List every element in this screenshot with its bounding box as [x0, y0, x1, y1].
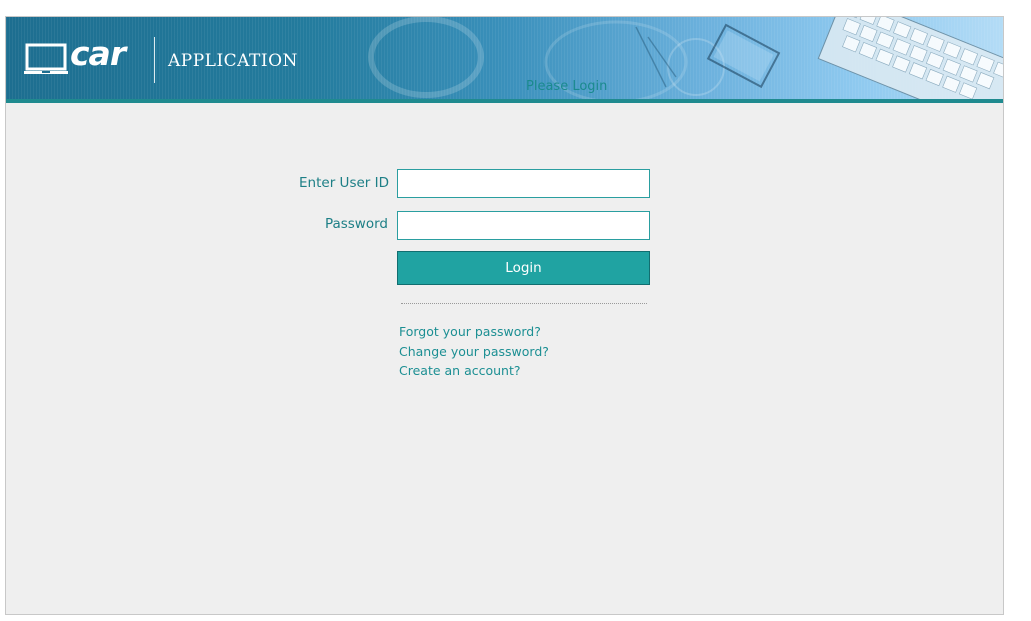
please-login-prompt: Please Login	[526, 79, 608, 94]
login-button[interactable]: Login	[397, 251, 650, 285]
change-password-link[interactable]: Change your password?	[399, 344, 549, 359]
logo-divider	[154, 37, 155, 83]
forgot-password-link[interactable]: Forgot your password?	[399, 324, 541, 339]
user-id-label: Enter User ID	[299, 175, 389, 191]
header-banner: car APPLICATION Please Login	[6, 17, 1003, 103]
create-account-link[interactable]: Create an account?	[399, 363, 521, 378]
brand-logo: car	[70, 34, 126, 73]
login-page: car APPLICATION Please Login Enter User …	[5, 16, 1004, 615]
user-id-input[interactable]	[397, 169, 650, 198]
divider	[401, 303, 647, 304]
password-input[interactable]	[397, 211, 650, 240]
password-label: Password	[324, 216, 388, 232]
laptop-icon	[24, 43, 68, 74]
app-title: APPLICATION	[168, 51, 298, 71]
banner-background-image	[368, 17, 1003, 99]
